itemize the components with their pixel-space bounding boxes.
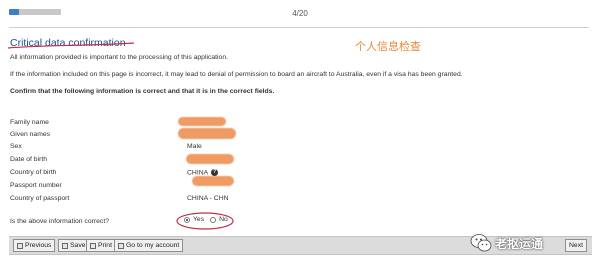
printer-icon — [90, 242, 96, 249]
radio-no-label[interactable]: No — [219, 216, 228, 223]
field-label-country-of-passport: Country of passport — [10, 195, 70, 202]
page-indicator: 4/20 — [292, 9, 308, 18]
previous-label: Previous — [25, 242, 52, 249]
chinese-annotation: 个人信息检查 — [355, 40, 421, 53]
field-label-sex: Sex — [10, 143, 22, 150]
next-button[interactable]: Next — [565, 239, 587, 252]
field-value-country-of-passport: CHINA - CHN — [187, 195, 229, 202]
field-label-passport-number: Passport number — [10, 182, 62, 189]
field-label-date-of-birth: Date of birth — [10, 156, 48, 163]
wechat-icon — [470, 234, 492, 252]
go-to-account-button[interactable]: Go to my account — [114, 239, 184, 252]
redaction-mark — [178, 128, 236, 139]
save-icon — [62, 242, 68, 249]
chevron-left-icon — [17, 242, 23, 249]
save-button[interactable]: Save — [58, 239, 90, 252]
field-value-sex: Male — [187, 143, 202, 150]
radio-no[interactable] — [210, 216, 217, 223]
redaction-mark — [192, 176, 234, 186]
field-label-given-names: Given names — [10, 131, 51, 138]
red-underline-annotation — [7, 42, 135, 49]
watermark: 老抠运通 — [470, 234, 543, 252]
confirm-radio-group: Yes No — [184, 216, 228, 223]
divider — [9, 27, 589, 28]
redaction-mark — [178, 117, 226, 126]
save-label: Save — [70, 242, 86, 249]
account-label: Go to my account — [126, 242, 180, 249]
intro-text: All information provided is important to… — [10, 54, 228, 61]
watermark-text: 老抠运通 — [495, 236, 544, 251]
warning-text: If the information included on this page… — [10, 71, 463, 78]
print-button[interactable]: Print — [86, 239, 116, 252]
field-label-country-of-birth: Country of birth — [10, 169, 57, 176]
application-page: 4/20 Critical data confirmation 个人信息检查 A… — [0, 0, 600, 264]
question-circle-icon[interactable]: ? — [211, 169, 219, 176]
confirm-question: Is the above information correct? — [10, 218, 109, 225]
redaction-mark — [186, 154, 234, 164]
next-label: Next — [569, 242, 583, 249]
field-value-country-of-birth: CHINA? — [187, 169, 219, 177]
chevron-right-icon — [118, 242, 124, 249]
previous-button[interactable]: Previous — [13, 239, 56, 252]
print-label: Print — [98, 242, 112, 249]
field-label-family-name: Family name — [10, 119, 49, 126]
country-of-birth-text: CHINA — [187, 169, 209, 177]
radio-yes-label[interactable]: Yes — [193, 216, 204, 223]
instruction-text: Confirm that the following information i… — [10, 88, 275, 95]
radio-yes[interactable] — [184, 216, 190, 223]
